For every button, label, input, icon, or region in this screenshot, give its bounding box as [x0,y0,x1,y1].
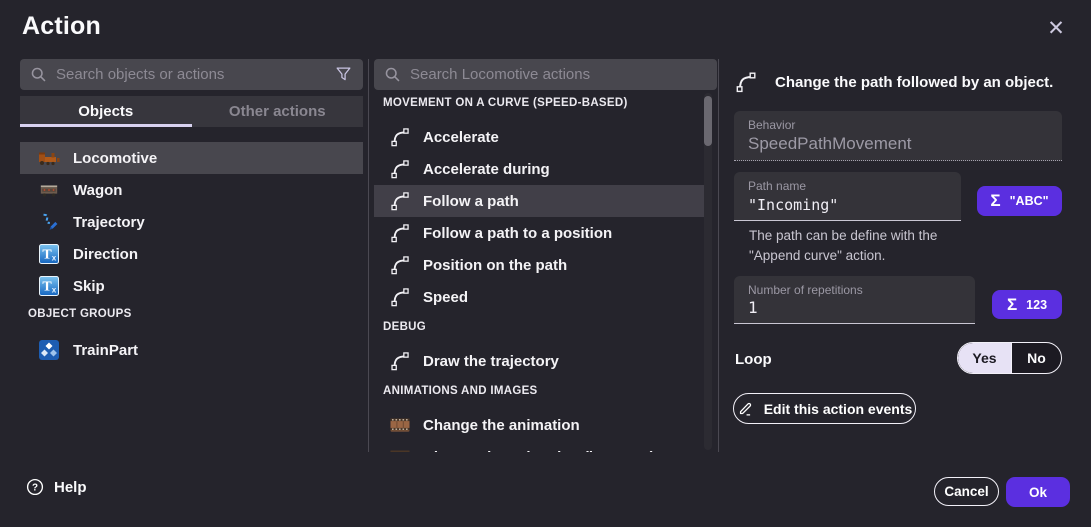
path-name-field-value[interactable]: "Incoming" [748,196,838,214]
action-item-label: Accelerate [423,129,499,146]
action-description: Change the path followed by an object. [775,74,1063,91]
ok-button[interactable]: Ok [1006,477,1070,507]
cancel-button[interactable]: Cancel [934,477,999,506]
action-item-label: Speed [423,289,468,306]
loop-label: Loop [735,351,772,368]
wagon-icon [38,182,60,198]
path-name-field-label: Path name [748,179,806,193]
svg-text:?: ? [32,483,38,494]
edit-action-events-button[interactable]: Edit this action events [733,393,916,424]
repetitions-field-label: Number of repetitions [748,283,863,297]
scrollbar-thumb[interactable] [704,96,712,146]
behavior-field: Behavior SpeedPathMovement [734,111,1062,161]
objects-search-box [20,59,363,90]
path-curve-icon [389,190,411,212]
behavior-field-value: SpeedPathMovement [748,134,912,154]
object-item-wagon[interactable]: Wagon [20,174,363,206]
help-button[interactable]: ? Help [26,478,87,496]
dialog-title: Action [22,12,101,41]
object-groups-header: OBJECT GROUPS [28,308,132,320]
object-item-skip[interactable]: Tx Skip [20,270,363,302]
object-item-trajectory[interactable]: Trajectory [20,206,363,238]
section-header: DEBUG [383,321,426,333]
text-object-icon: Tx [38,276,60,296]
help-icon: ? [26,478,44,496]
film-strip-icon [389,449,411,452]
path-curve-icon [389,286,411,308]
path-curve-icon [389,222,411,244]
string-expression-label: "ABC" [1010,194,1049,208]
object-item-label: Wagon [73,182,122,199]
actions-search-box [374,59,717,90]
path-name-field[interactable]: Path name "Incoming" [734,172,961,221]
sigma-icon: Σ [990,191,1000,211]
svg-text:x: x [52,254,57,263]
repetitions-field[interactable]: Number of repetitions 1 [734,276,975,324]
string-expression-button[interactable]: Σ "ABC" [977,186,1062,216]
tab-other-actions[interactable]: Other actions [192,96,364,127]
number-expression-label: 123 [1026,298,1047,312]
action-item-follow-a-path-to-a-position[interactable]: Follow a path to a position [374,217,704,249]
action-item-follow-a-path[interactable]: Follow a path [374,185,704,217]
path-curve-icon [389,350,411,372]
action-item-position-on-the-path[interactable]: Position on the path [374,249,704,281]
action-item-accelerate[interactable]: Accelerate [374,121,704,153]
action-description-icon [734,70,758,99]
action-item-change-the-animation[interactable]: Change the animation [374,409,704,441]
panel-divider [368,59,369,452]
action-item-label: Position on the path [423,257,567,274]
group-item-trainpart[interactable]: TrainPart [20,334,363,366]
path-curve-icon [389,254,411,276]
search-icon [384,66,401,83]
action-item-speed[interactable]: Speed [374,281,704,313]
section-header: MOVEMENT ON A CURVE (SPEED-BASED) [383,97,628,109]
close-icon[interactable]: ✕ [1040,12,1072,44]
text-object-icon: Tx [38,244,60,264]
repetitions-field-value[interactable]: 1 [748,298,758,317]
action-item-label: Follow a path [423,193,519,210]
object-item-direction[interactable]: Tx Direction [20,238,363,270]
loop-yes-button[interactable]: Yes [958,343,1012,373]
behavior-field-label: Behavior [748,118,795,132]
object-item-label: Trajectory [73,214,145,231]
path-helper-text: The path can be define with the "Append … [749,226,989,266]
action-item-draw-the-trajectory[interactable]: Draw the trajectory [374,345,704,377]
search-icon [30,66,47,83]
edit-action-events-label: Edit this action events [764,401,913,417]
action-item-label: Change the animation (by name) [423,449,655,453]
actions-search-input[interactable] [410,66,707,83]
filter-icon[interactable] [334,65,353,84]
tab-objects[interactable]: Objects [20,96,192,127]
help-label: Help [54,479,87,496]
object-item-label: Direction [73,246,138,263]
action-item-label: Change the animation [423,417,580,434]
objects-search-input[interactable] [56,66,325,83]
trajectory-icon [38,212,60,232]
path-curve-icon [389,158,411,180]
film-strip-icon [389,417,411,433]
number-expression-button[interactable]: Σ 123 [992,290,1062,319]
scrollbar-track[interactable] [704,93,712,450]
action-item-partially-visible[interactable]: Change the animation (by name) [374,441,704,452]
path-curve-icon [389,126,411,148]
loop-no-button[interactable]: No [1012,343,1061,373]
object-item-locomotive[interactable]: Locomotive [20,142,363,174]
loop-toggle: Yes No [957,342,1062,374]
locomotive-icon [38,149,60,167]
action-item-label: Accelerate during [423,161,550,178]
section-header: ANIMATIONS AND IMAGES [383,385,538,397]
pencil-icon [737,400,754,417]
left-tabbar: Objects Other actions [20,96,363,127]
object-item-label: Skip [73,278,105,295]
svg-text:x: x [52,286,57,295]
action-item-accelerate-during[interactable]: Accelerate during [374,153,704,185]
object-group-icon [38,340,60,360]
actions-list: MOVEMENT ON A CURVE (SPEED-BASED) Accele… [374,92,718,452]
object-item-label: Locomotive [73,150,157,167]
action-item-label: Follow a path to a position [423,225,612,242]
group-item-label: TrainPart [73,342,138,359]
panel-divider [718,59,719,452]
sigma-icon: Σ [1007,295,1017,315]
action-item-label: Draw the trajectory [423,353,559,370]
